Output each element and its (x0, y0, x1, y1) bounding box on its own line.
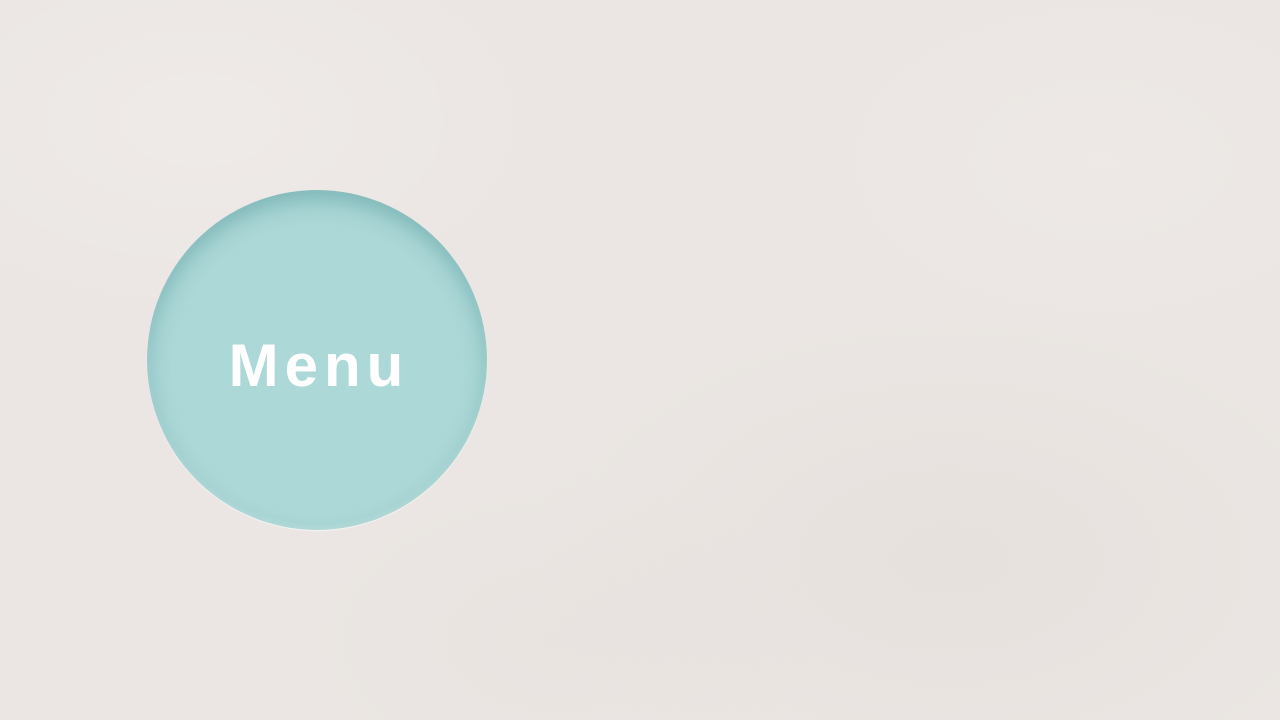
menu-button[interactable]: Menu (147, 190, 487, 530)
slide-canvas: Menu (0, 0, 1280, 720)
menu-button-label: Menu (228, 332, 410, 399)
